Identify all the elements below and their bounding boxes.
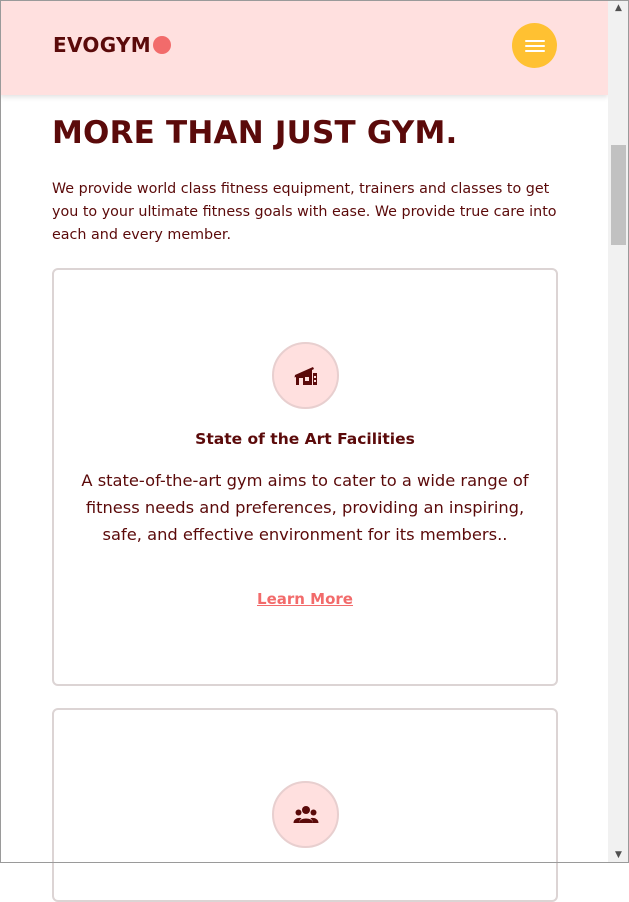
scroll-down-arrow-icon[interactable]: ▼ xyxy=(608,847,629,863)
scroll-up-arrow-icon[interactable]: ▲ xyxy=(608,0,629,16)
logo-text: EVOGYM xyxy=(53,33,151,57)
benefit-card: State of the Art Facilities A state-of-t… xyxy=(52,268,558,686)
learn-more-link-text[interactable]: Learn More xyxy=(257,590,353,608)
logo-dot xyxy=(152,36,171,54)
logo[interactable]: EVOGYM xyxy=(53,33,171,57)
scrollbar-thumb[interactable] xyxy=(611,145,626,245)
home-modern-icon xyxy=(294,366,317,385)
benefit-card xyxy=(52,708,558,902)
benefit-card-title: State of the Art Facilities xyxy=(195,430,415,448)
hamburger-menu-icon xyxy=(524,39,545,52)
user-group-icon xyxy=(293,805,318,823)
menu-toggle-button[interactable] xyxy=(512,23,557,68)
section-title: MORE THAN JUST GYM. xyxy=(52,115,458,151)
navbar: EVOGYM xyxy=(0,0,608,95)
benefit-icon-circle xyxy=(272,342,339,409)
benefits-section: MORE THAN JUST GYM. We provide world cla… xyxy=(0,95,608,902)
benefit-icon-circle xyxy=(272,781,339,848)
benefit-card-text: A state-of-the-art gym aims to cater to … xyxy=(81,471,529,544)
section-intro: We provide world class fitness equipment… xyxy=(52,181,557,243)
learn-more-link: Learn More xyxy=(54,590,556,608)
vertical-scrollbar[interactable]: ▲ ▼ xyxy=(608,0,629,863)
